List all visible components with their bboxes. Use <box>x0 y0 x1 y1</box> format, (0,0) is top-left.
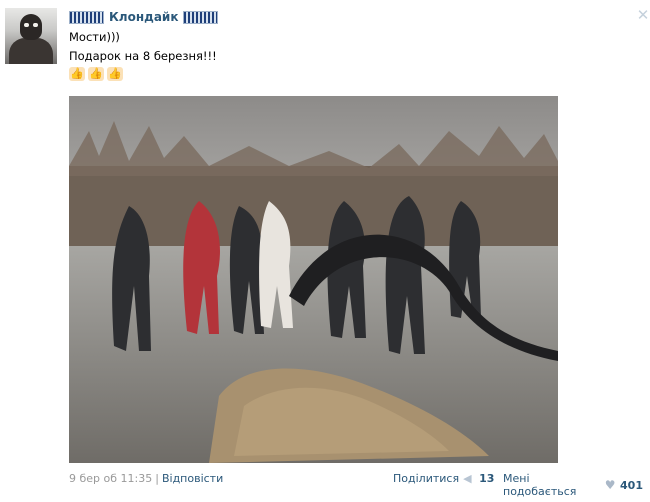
close-icon[interactable]: ✕ <box>636 8 650 23</box>
heart-icon: ♥ <box>604 478 616 492</box>
post-text-line-1: Мости))) <box>69 30 120 44</box>
reply-link[interactable]: Відповісти <box>162 472 223 485</box>
thumbs-up-icon: 👍 <box>69 67 85 81</box>
wall-post: Клондайк ✕ Мости))) Подарок на 8 березня… <box>0 0 650 502</box>
post-text-line-2: Подарок на 8 березня!!! <box>69 49 217 63</box>
post-date-text[interactable]: 9 бер об 11:35 <box>69 472 152 485</box>
share-label: Поділитися <box>393 472 460 485</box>
avatar-head <box>20 14 42 40</box>
thumbs-up-icon: 👍 <box>88 67 104 81</box>
post-date: 9 бер об 11:35 | Відповісти <box>69 472 223 485</box>
post-header: Клондайк <box>69 9 219 25</box>
like-label: Мені подобається <box>503 472 577 498</box>
avatar-figure <box>9 38 53 64</box>
flag-icon <box>183 10 219 24</box>
emoji-row: 👍 👍 👍 <box>69 67 123 81</box>
like-button[interactable]: Мені подобається ♥ 401 <box>503 472 643 498</box>
post-footer: 9 бер об 11:35 | Відповісти Поділитися ◀ 1… <box>69 472 643 498</box>
photo-scene <box>69 96 558 463</box>
share-button[interactable]: Поділитися ◀ 13 <box>393 472 494 485</box>
author-name[interactable]: Клондайк <box>109 10 178 24</box>
flag-icon <box>69 10 104 24</box>
share-count: 13 <box>479 472 495 485</box>
megaphone-icon: ◀ <box>463 471 472 485</box>
like-count: 401 <box>620 478 643 492</box>
post-photo[interactable] <box>69 96 558 463</box>
thumbs-up-icon: 👍 <box>107 67 123 81</box>
avatar[interactable] <box>5 8 57 64</box>
separator: | <box>155 472 159 485</box>
